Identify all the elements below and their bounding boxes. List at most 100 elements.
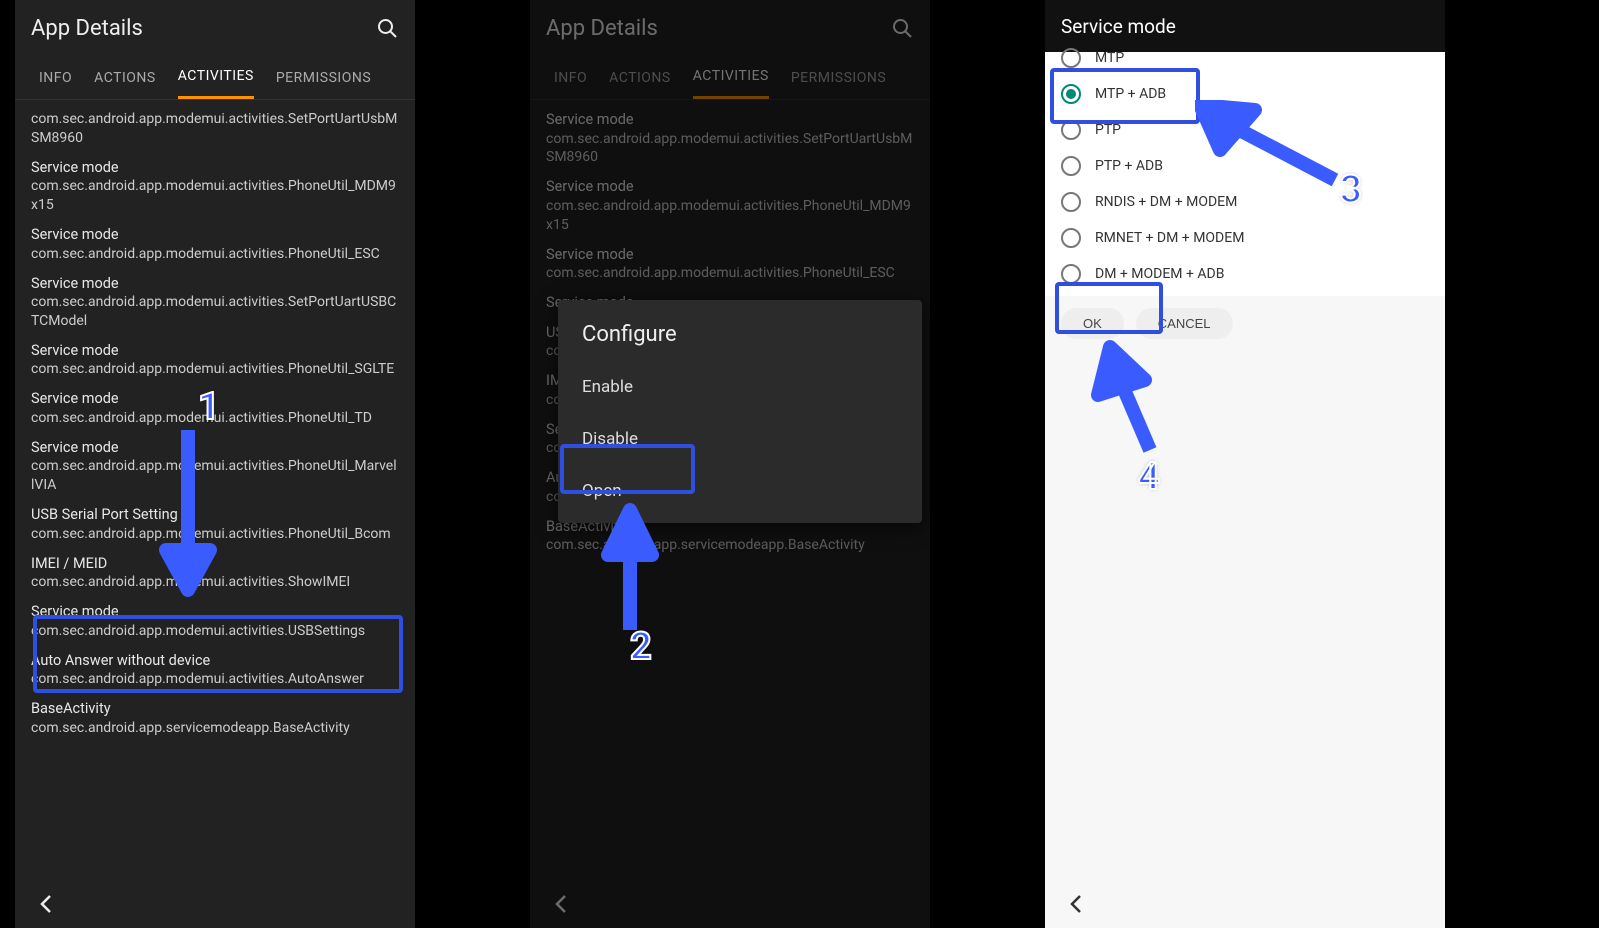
activity-title: Service mode — [546, 110, 914, 130]
radio-label: PTP + ADB — [1095, 158, 1163, 174]
activity-item: Service mode com.sec.android.app.modemui… — [530, 239, 930, 287]
activity-title: Service mode — [31, 438, 399, 458]
activity-class: com.sec.android.app.modemui.activities.A… — [31, 670, 399, 689]
activity-item[interactable]: com.sec.android.app.modemui.activities.S… — [15, 104, 415, 152]
radio-option[interactable]: MTP + ADB — [1045, 76, 1445, 112]
activity-item[interactable]: Service mode com.sec.android.app.modemui… — [15, 383, 415, 431]
cancel-button[interactable]: CANCEL — [1136, 308, 1233, 339]
activity-class: com.sec.android.app.modemui.activities.P… — [31, 525, 399, 544]
activity-title: Auto Answer without device — [31, 651, 399, 671]
activities-list[interactable]: com.sec.android.app.modemui.activities.S… — [15, 100, 415, 741]
radio-option[interactable]: DM + MODEM + ADB — [1045, 256, 1445, 292]
page-title: Service mode — [1061, 15, 1176, 38]
appbar: App Details — [15, 0, 415, 56]
tabs: INFO ACTIONS ACTIVITIES PERMISSIONS — [530, 56, 930, 100]
activity-class: com.sec.android.app.modemui.activities.P… — [31, 409, 399, 428]
activity-class: com.sec.android.app.modemui.activities.P… — [31, 457, 399, 495]
activity-class: com.sec.android.app.servicemodeapp.BaseA… — [546, 536, 914, 555]
dialog-item-open[interactable]: Open — [558, 465, 922, 517]
page-title: App Details — [31, 16, 375, 41]
ok-button[interactable]: OK — [1061, 308, 1124, 339]
activity-item[interactable]: Service mode com.sec.android.app.modemui… — [15, 596, 415, 644]
tab-actions[interactable]: ACTIONS — [94, 58, 156, 98]
tab-permissions[interactable]: PERMISSIONS — [276, 58, 371, 98]
service-mode-options: MTP MTP + ADB PTP PTP + ADB RNDIS + DM +… — [1045, 52, 1445, 296]
screenshot-1: App Details INFO ACTIONS ACTIVITIES PERM… — [15, 0, 415, 928]
activity-title: USB Serial Port Setting — [31, 505, 399, 525]
tab-activities[interactable]: ACTIVITIES — [178, 56, 254, 99]
activity-title: Service mode — [546, 245, 914, 265]
activity-class: com.sec.android.app.modemui.activities.P… — [546, 264, 914, 283]
radio-option[interactable]: PTP + ADB — [1045, 148, 1445, 184]
nav-bar — [15, 880, 415, 928]
back-icon[interactable] — [550, 892, 574, 916]
radio-icon — [1061, 264, 1081, 284]
radio-label: RMNET + DM + MODEM — [1095, 230, 1244, 246]
radio-label: RNDIS + DM + MODEM — [1095, 194, 1237, 210]
radio-icon — [1061, 192, 1081, 212]
activity-title: BaseActivity — [31, 699, 399, 719]
activity-item[interactable]: Service mode com.sec.android.app.modemui… — [15, 152, 415, 219]
activity-class: com.sec.android.app.modemui.activities.S… — [31, 110, 399, 148]
activity-title: Service mode — [31, 158, 399, 178]
dialog-item-enable[interactable]: Enable — [558, 361, 922, 413]
activity-class: com.sec.android.app.modemui.activities.S… — [546, 130, 914, 168]
activity-title: Service mode — [546, 177, 914, 197]
screenshot-2: App Details INFO ACTIONS ACTIVITIES PERM… — [530, 0, 930, 928]
radio-option[interactable]: PTP — [1045, 112, 1445, 148]
activity-item: Service mode com.sec.android.app.modemui… — [530, 171, 930, 238]
activity-title: Service mode — [31, 225, 399, 245]
activity-class: com.sec.android.app.modemui.activities.P… — [31, 177, 399, 215]
radio-option[interactable]: MTP — [1045, 40, 1445, 76]
activity-class: com.sec.android.app.modemui.activities.P… — [546, 197, 914, 235]
radio-icon — [1061, 120, 1081, 140]
radio-option[interactable]: RMNET + DM + MODEM — [1045, 220, 1445, 256]
tab-info[interactable]: INFO — [554, 58, 587, 98]
radio-label: DM + MODEM + ADB — [1095, 266, 1224, 282]
search-icon[interactable] — [375, 16, 399, 40]
activity-item[interactable]: Service mode com.sec.android.app.modemui… — [15, 219, 415, 267]
nav-bar — [530, 880, 930, 928]
screenshot-3: Service mode MTP MTP + ADB PTP PTP + ADB… — [1045, 0, 1445, 928]
nav-bar — [1045, 880, 1445, 928]
activity-item[interactable]: IMEI / MEID com.sec.android.app.modemui.… — [15, 548, 415, 596]
activity-item[interactable]: Service mode com.sec.android.app.modemui… — [15, 335, 415, 383]
activity-class: com.sec.android.app.modemui.activities.S… — [31, 573, 399, 592]
activity-item: Service mode com.sec.android.app.modemui… — [530, 104, 930, 171]
dialog-item-disable[interactable]: Disable — [558, 413, 922, 465]
radio-option[interactable]: RNDIS + DM + MODEM — [1045, 184, 1445, 220]
activity-title: Service mode — [31, 341, 399, 361]
page-title: App Details — [546, 16, 890, 41]
activity-item[interactable]: Auto Answer without device com.sec.andro… — [15, 645, 415, 693]
activity-class: com.sec.android.app.modemui.activities.U… — [31, 622, 399, 641]
tab-activities[interactable]: ACTIVITIES — [693, 56, 769, 99]
activity-title: Service mode — [31, 274, 399, 294]
search-icon[interactable] — [890, 16, 914, 40]
back-icon[interactable] — [1065, 892, 1089, 916]
dialog-title: Configure — [558, 318, 922, 361]
radio-label: PTP — [1095, 122, 1121, 138]
appbar: App Details — [530, 0, 930, 56]
radio-icon — [1061, 48, 1081, 68]
back-icon[interactable] — [35, 892, 59, 916]
radio-icon — [1061, 228, 1081, 248]
activity-class: com.sec.android.app.servicemodeapp.BaseA… — [31, 719, 399, 738]
activity-title: IMEI / MEID — [31, 554, 399, 574]
activity-item[interactable]: BaseActivity com.sec.android.app.service… — [15, 693, 415, 741]
activity-class: com.sec.android.app.modemui.activities.P… — [31, 360, 399, 379]
dialog-buttons: OK CANCEL — [1045, 296, 1445, 351]
activity-item[interactable]: USB Serial Port Setting com.sec.android.… — [15, 499, 415, 547]
activity-class: com.sec.android.app.modemui.activities.S… — [31, 293, 399, 331]
radio-icon — [1061, 156, 1081, 176]
radio-label: MTP — [1095, 50, 1124, 66]
activity-item[interactable]: Service mode com.sec.android.app.modemui… — [15, 432, 415, 499]
activity-title: Service mode — [31, 602, 399, 622]
tabs: INFO ACTIONS ACTIVITIES PERMISSIONS — [15, 56, 415, 100]
activity-class: com.sec.android.app.modemui.activities.P… — [31, 245, 399, 264]
radio-icon — [1061, 84, 1081, 104]
tab-actions[interactable]: ACTIONS — [609, 58, 671, 98]
activity-item[interactable]: Service mode com.sec.android.app.modemui… — [15, 268, 415, 335]
tab-info[interactable]: INFO — [39, 58, 72, 98]
tab-permissions[interactable]: PERMISSIONS — [791, 58, 886, 98]
activity-title: Service mode — [31, 389, 399, 409]
